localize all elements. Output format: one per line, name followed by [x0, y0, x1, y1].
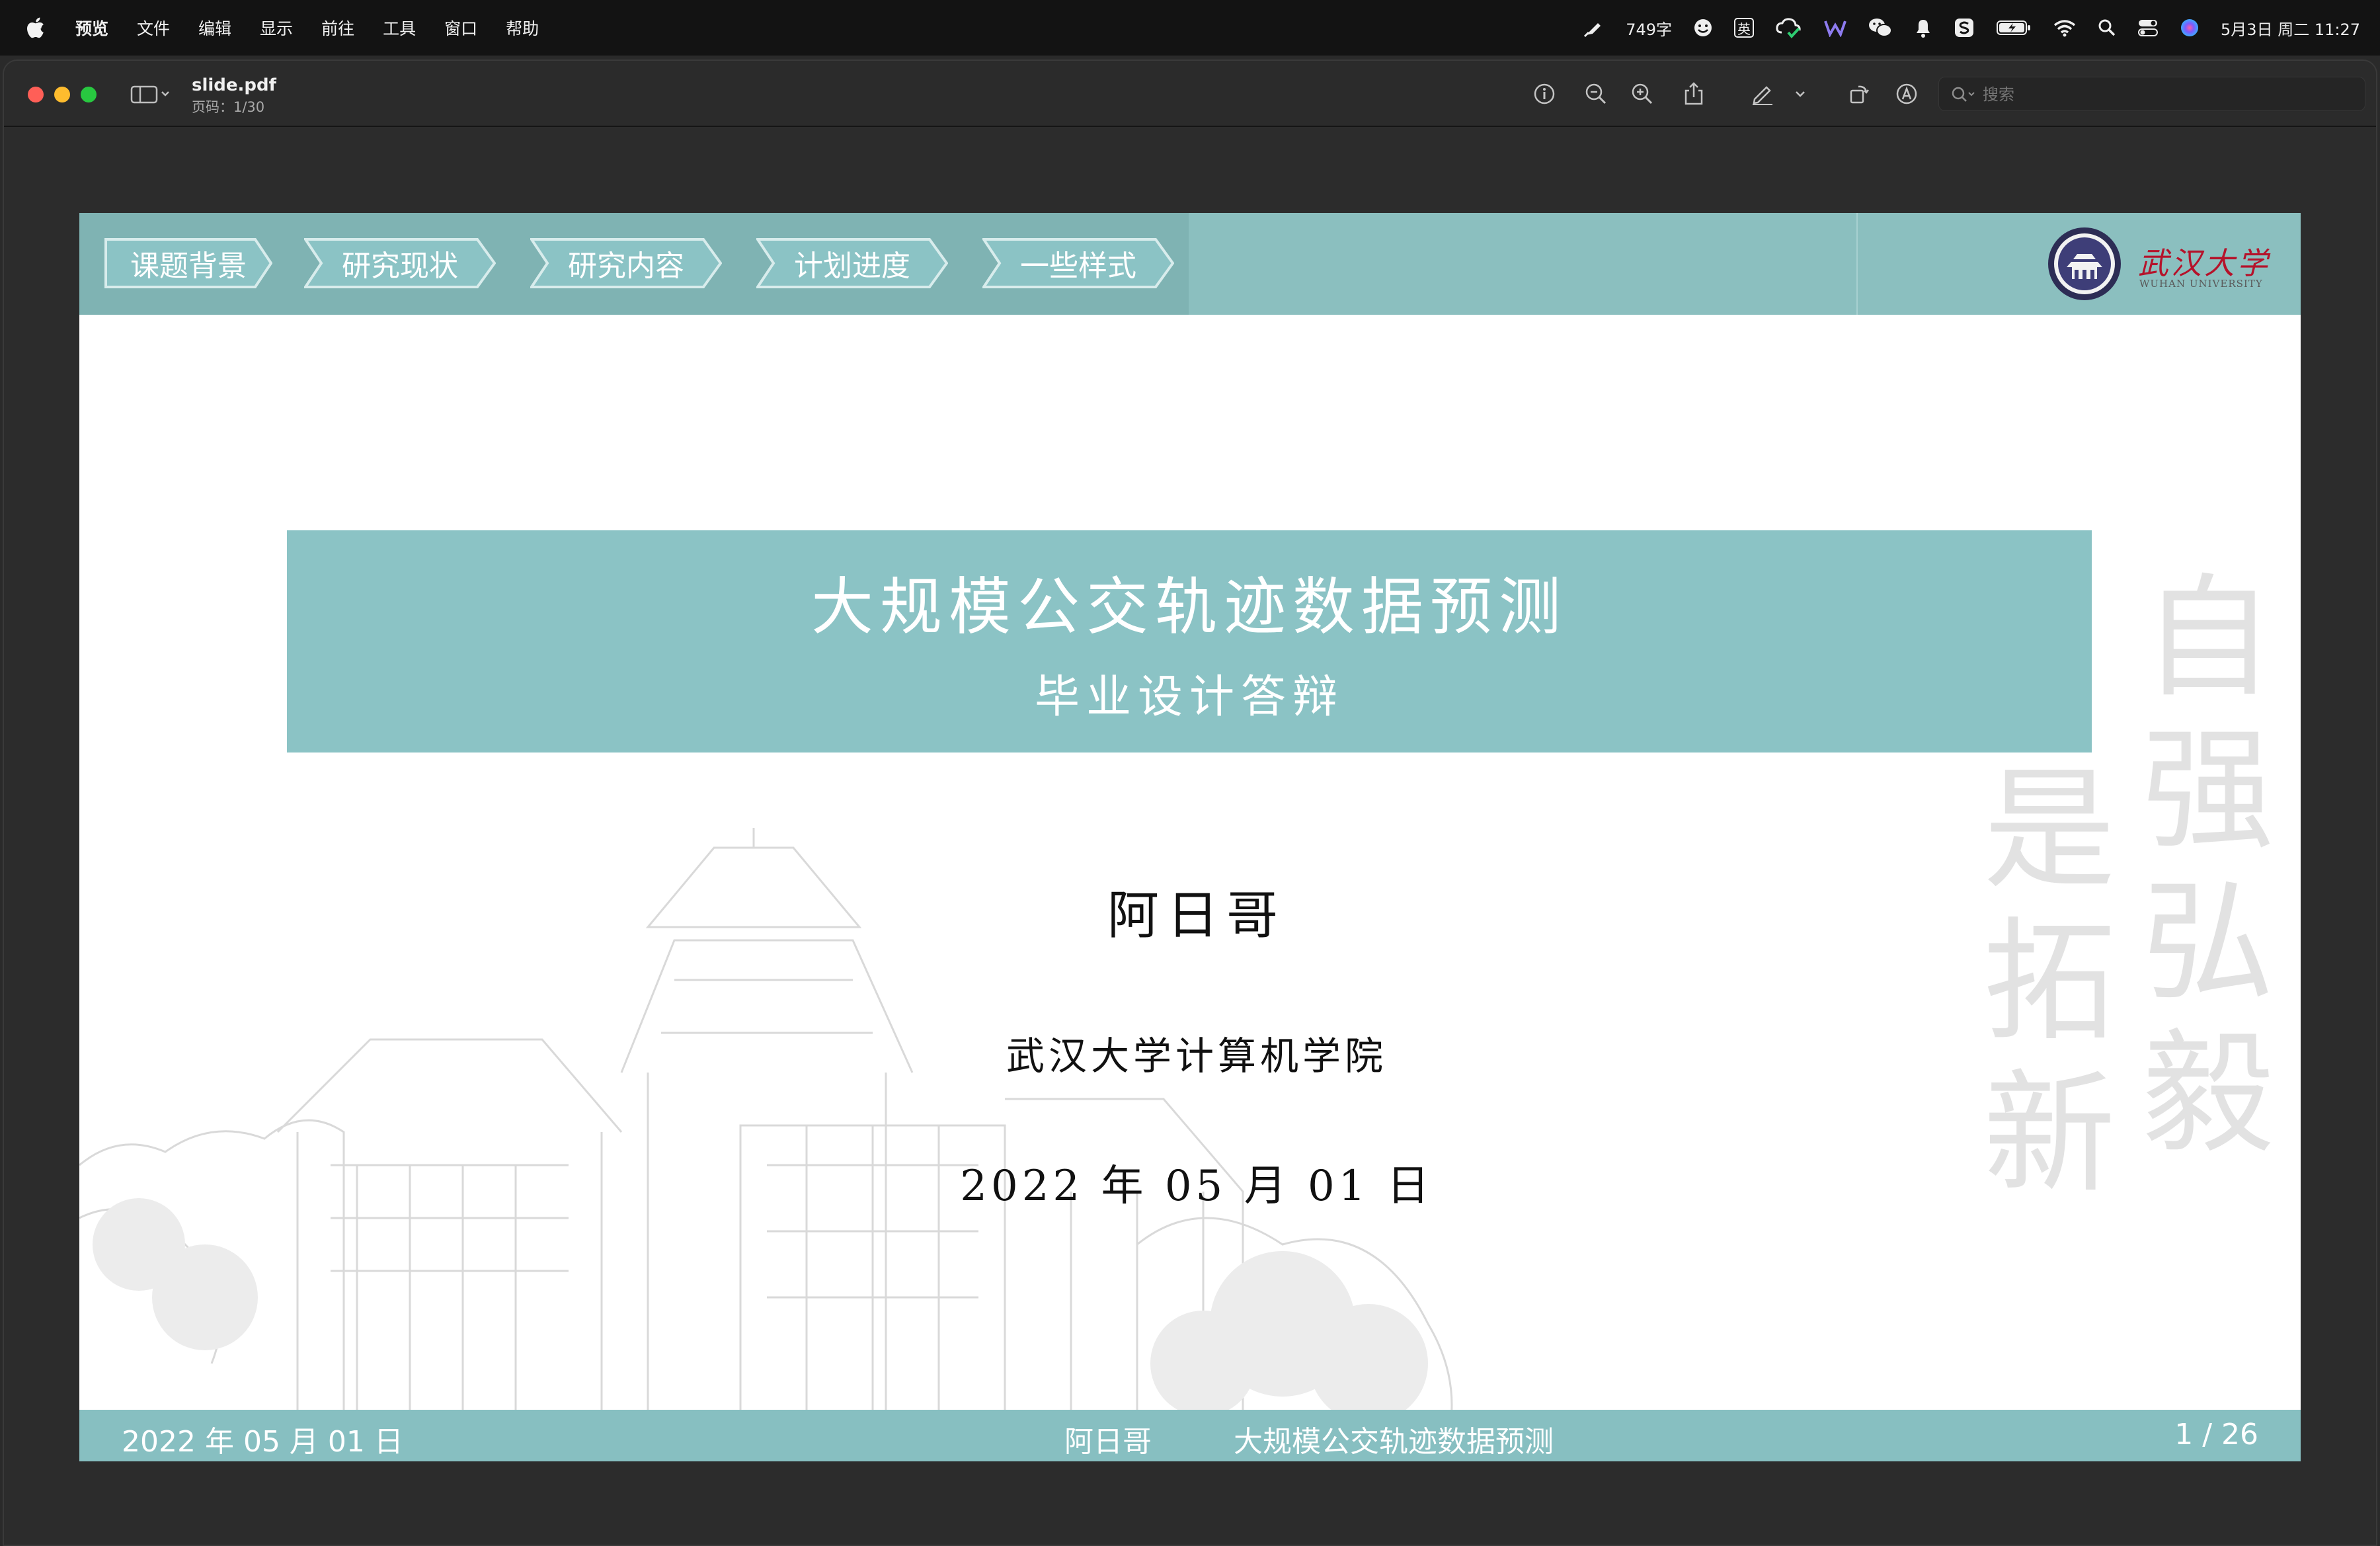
slide-footer: 2022 年 05 月 01 日 阿日哥 大规模公交轨迹数据预测 1 / 26 — [79, 1410, 2301, 1461]
institute-name: 武汉大学计算机学院 — [1006, 1034, 1387, 1078]
university-logo-english: WUHAN UNIVERSITY — [2139, 278, 2263, 290]
annotate-circle-icon[interactable] — [1892, 79, 1921, 108]
nav-tab-label: 课题背景 — [130, 249, 247, 283]
cloud-sync-icon[interactable] — [1775, 15, 1803, 41]
smiley-icon[interactable] — [1693, 15, 1713, 41]
menu-go[interactable]: 前往 — [321, 16, 354, 40]
footer-title: 大规模公交轨迹数据预测 — [1234, 1425, 1554, 1459]
datetime[interactable]: 5月3日 周二 11:27 — [2221, 15, 2360, 41]
nav-tab-schedule[interactable]: 计划进度 — [756, 238, 948, 288]
input-method-indicator[interactable]: 英 — [1734, 18, 1755, 38]
wifi-icon[interactable] — [2053, 15, 2077, 41]
footer-date: 2022 年 05 月 01 日 — [122, 1425, 403, 1459]
university-logo-text: 武汉大学 — [2138, 245, 2270, 281]
nav-tab-background[interactable]: 课题背景 — [104, 238, 272, 288]
siri-icon[interactable] — [2180, 15, 2200, 41]
footer-author: 阿日哥 — [1064, 1425, 1152, 1459]
markup-pen-icon[interactable] — [1748, 79, 1777, 108]
search-icon — [1951, 86, 1976, 106]
menu-help[interactable]: 帮助 — [506, 16, 539, 40]
minimize-window-button[interactable] — [54, 87, 70, 102]
menu-file[interactable]: 文件 — [137, 16, 170, 40]
menu-tools[interactable]: 工具 — [383, 16, 416, 40]
apple-icon[interactable] — [26, 17, 45, 39]
w-app-icon[interactable] — [1824, 15, 1846, 41]
nav-tab-label: 研究内容 — [568, 249, 684, 283]
nav-tab-label: 计划进度 — [794, 249, 910, 283]
zoom-out-icon[interactable] — [1581, 79, 1610, 108]
info-icon[interactable] — [1530, 79, 1559, 108]
slide-subtitle: 毕业设计答辩 — [1034, 671, 1344, 723]
footer-page-number: 1 / 26 — [2174, 1418, 2258, 1451]
document-title: slide.pdf — [192, 75, 276, 95]
battery-icon[interactable] — [1996, 15, 2032, 41]
search-field[interactable] — [1938, 77, 2365, 111]
university-emblem-icon — [2047, 226, 2122, 302]
nav-tab-styles[interactable]: 一些样式 — [982, 238, 1174, 288]
presentation-date: 2022 年 05 月 01 日 — [960, 1162, 1433, 1211]
nav-tab-label: 研究现状 — [342, 249, 458, 283]
sidebar-toggle-button[interactable] — [128, 79, 175, 108]
menu-view[interactable]: 显示 — [260, 16, 293, 40]
word-count[interactable]: 749字 — [1626, 15, 1672, 41]
header-divider — [1856, 213, 1858, 315]
search-input[interactable] — [1983, 84, 2353, 105]
close-window-button[interactable] — [28, 87, 44, 102]
control-center-icon[interactable] — [2137, 15, 2159, 41]
slide-title: 大规模公交轨迹数据预测 — [811, 571, 1567, 643]
spotlight-search-icon[interactable] — [2098, 15, 2116, 41]
motto-char: 毅 — [2142, 1018, 2275, 1172]
nav-tab-research-content[interactable]: 研究内容 — [530, 238, 722, 288]
slide-header: 课题背景 研究现状 研究内容 计划进度 一些样式 武汉大学 WUHAN UNIV… — [79, 213, 2301, 315]
menu-window[interactable]: 窗口 — [444, 16, 477, 40]
slide-page: 课题背景 研究现状 研究内容 计划进度 一些样式 武汉大学 WUHAN UNIV… — [79, 213, 2301, 1461]
menu-edit[interactable]: 编辑 — [198, 16, 231, 40]
s-app-icon[interactable] — [1954, 15, 1975, 41]
notification-bell-icon[interactable] — [1914, 15, 1932, 41]
share-icon[interactable] — [1679, 79, 1708, 108]
markup-dropdown-chevron-icon[interactable] — [1790, 79, 1810, 108]
title-box: 大规模公交轨迹数据预测 毕业设计答辩 — [287, 530, 2092, 753]
rotate-icon[interactable] — [1844, 79, 1874, 108]
wechat-icon[interactable] — [1868, 15, 1893, 41]
menu-preview[interactable]: 预览 — [75, 16, 108, 40]
nav-tab-label: 一些样式 — [1020, 249, 1136, 283]
author-name: 阿日哥 — [1107, 886, 1286, 946]
window-toolbar: slide.pdf 页码：1/30 — [4, 61, 2376, 127]
nav-tab-related-work[interactable]: 研究现状 — [304, 238, 496, 288]
zoom-in-icon[interactable] — [1628, 79, 1657, 108]
page-indicator: 页码：1/30 — [192, 99, 265, 115]
pen-tool-icon[interactable] — [1583, 15, 1605, 41]
preview-window: slide.pdf 页码：1/30 搜索 课题背景 研究现状 研究内容 计划进度… — [3, 60, 2377, 1546]
menu-bar: 预览 文件 编辑 显示 前往 工具 窗口 帮助 749字 英 5月3日 周二 1… — [0, 0, 2380, 56]
zoom-window-button[interactable] — [81, 87, 97, 102]
